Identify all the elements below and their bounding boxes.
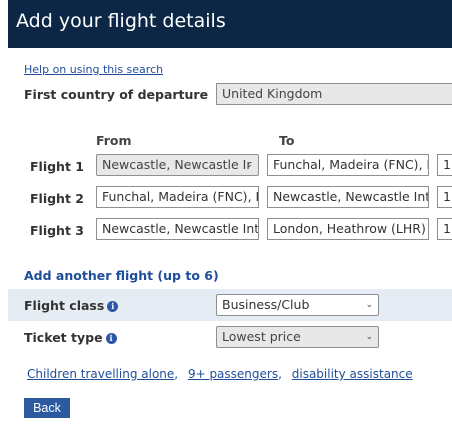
link-separator: , xyxy=(174,367,179,381)
chevron-down-icon: ⌄ xyxy=(365,332,373,342)
flight-3-date-input[interactable]: 1 xyxy=(437,218,452,240)
chevron-down-icon: ⌄ xyxy=(365,300,373,310)
departure-label: First country of departure xyxy=(24,87,209,102)
flight-1-to-input[interactable]: Funchal, Madeira (FNC), F xyxy=(267,154,429,176)
back-button[interactable]: Back xyxy=(24,398,70,418)
ticket-type-select[interactable]: Lowest price ⌄ xyxy=(216,326,379,348)
flight-class-label-text: Flight class xyxy=(24,298,105,313)
flight-3-from-value: Newcastle, Newcastle Int xyxy=(102,221,259,236)
flight-2-label: Flight 2 xyxy=(30,191,84,206)
page-title: Add your flight details xyxy=(16,10,226,32)
flight-2-date-value: 1 xyxy=(443,189,451,204)
flight-1-date-value: 1 xyxy=(443,157,451,172)
assistance-links: Children travelling alone, 9+ passengers… xyxy=(27,367,413,381)
flight-1-date-input[interactable]: 1 xyxy=(437,154,452,176)
add-flight-link[interactable]: Add another flight (up to 6) xyxy=(24,268,219,283)
flight-1-from-select[interactable]: Newcastle, Newcastle Ir ⌄ xyxy=(96,154,259,176)
flight-1-to-value: Funchal, Madeira (FNC), F xyxy=(273,157,429,172)
departure-country-field[interactable]: United Kingdom xyxy=(216,83,452,105)
flight-1-from-value: Newcastle, Newcastle Ir xyxy=(102,157,252,172)
to-column-header: To xyxy=(279,133,295,148)
ticket-type-label-text: Ticket type xyxy=(24,330,103,345)
flight-class-label: Flight class i xyxy=(24,298,119,313)
flight-2-to-value: Newcastle, Newcastle Int xyxy=(273,189,429,204)
info-icon[interactable]: i xyxy=(105,333,117,344)
flight-2-date-input[interactable]: 1 xyxy=(437,186,452,208)
departure-country-value: United Kingdom xyxy=(222,86,323,101)
page-header: Add your flight details xyxy=(8,0,452,48)
flight-3-from-input[interactable]: Newcastle, Newcastle Int xyxy=(96,218,259,240)
flight-class-select[interactable]: Business/Club ⌄ xyxy=(216,294,379,316)
info-icon[interactable]: i xyxy=(107,301,119,312)
flight-class-value: Business/Club xyxy=(222,297,310,312)
nine-plus-passengers-link[interactable]: 9+ passengers xyxy=(188,367,278,381)
help-link[interactable]: Help on using this search xyxy=(24,63,163,76)
flight-3-to-value: London, Heathrow (LHR) xyxy=(273,221,426,236)
flight-2-to-input[interactable]: Newcastle, Newcastle Int xyxy=(267,186,429,208)
disability-assistance-link[interactable]: disability assistance xyxy=(292,367,413,381)
flight-2-from-input[interactable]: Funchal, Madeira (FNC), F xyxy=(96,186,259,208)
ticket-type-value: Lowest price xyxy=(222,329,301,344)
chevron-down-icon: ⌄ xyxy=(245,160,253,170)
flight-3-label: Flight 3 xyxy=(30,223,84,238)
link-separator: , xyxy=(278,367,282,381)
flight-1-label: Flight 1 xyxy=(30,159,84,174)
flight-2-from-value: Funchal, Madeira (FNC), F xyxy=(102,189,259,204)
ticket-type-label: Ticket type i xyxy=(24,330,117,345)
from-column-header: From xyxy=(96,133,132,148)
flight-3-date-value: 1 xyxy=(443,221,451,236)
flight-3-to-input[interactable]: London, Heathrow (LHR) xyxy=(267,218,429,240)
children-travelling-alone-link[interactable]: Children travelling alone xyxy=(27,367,174,381)
